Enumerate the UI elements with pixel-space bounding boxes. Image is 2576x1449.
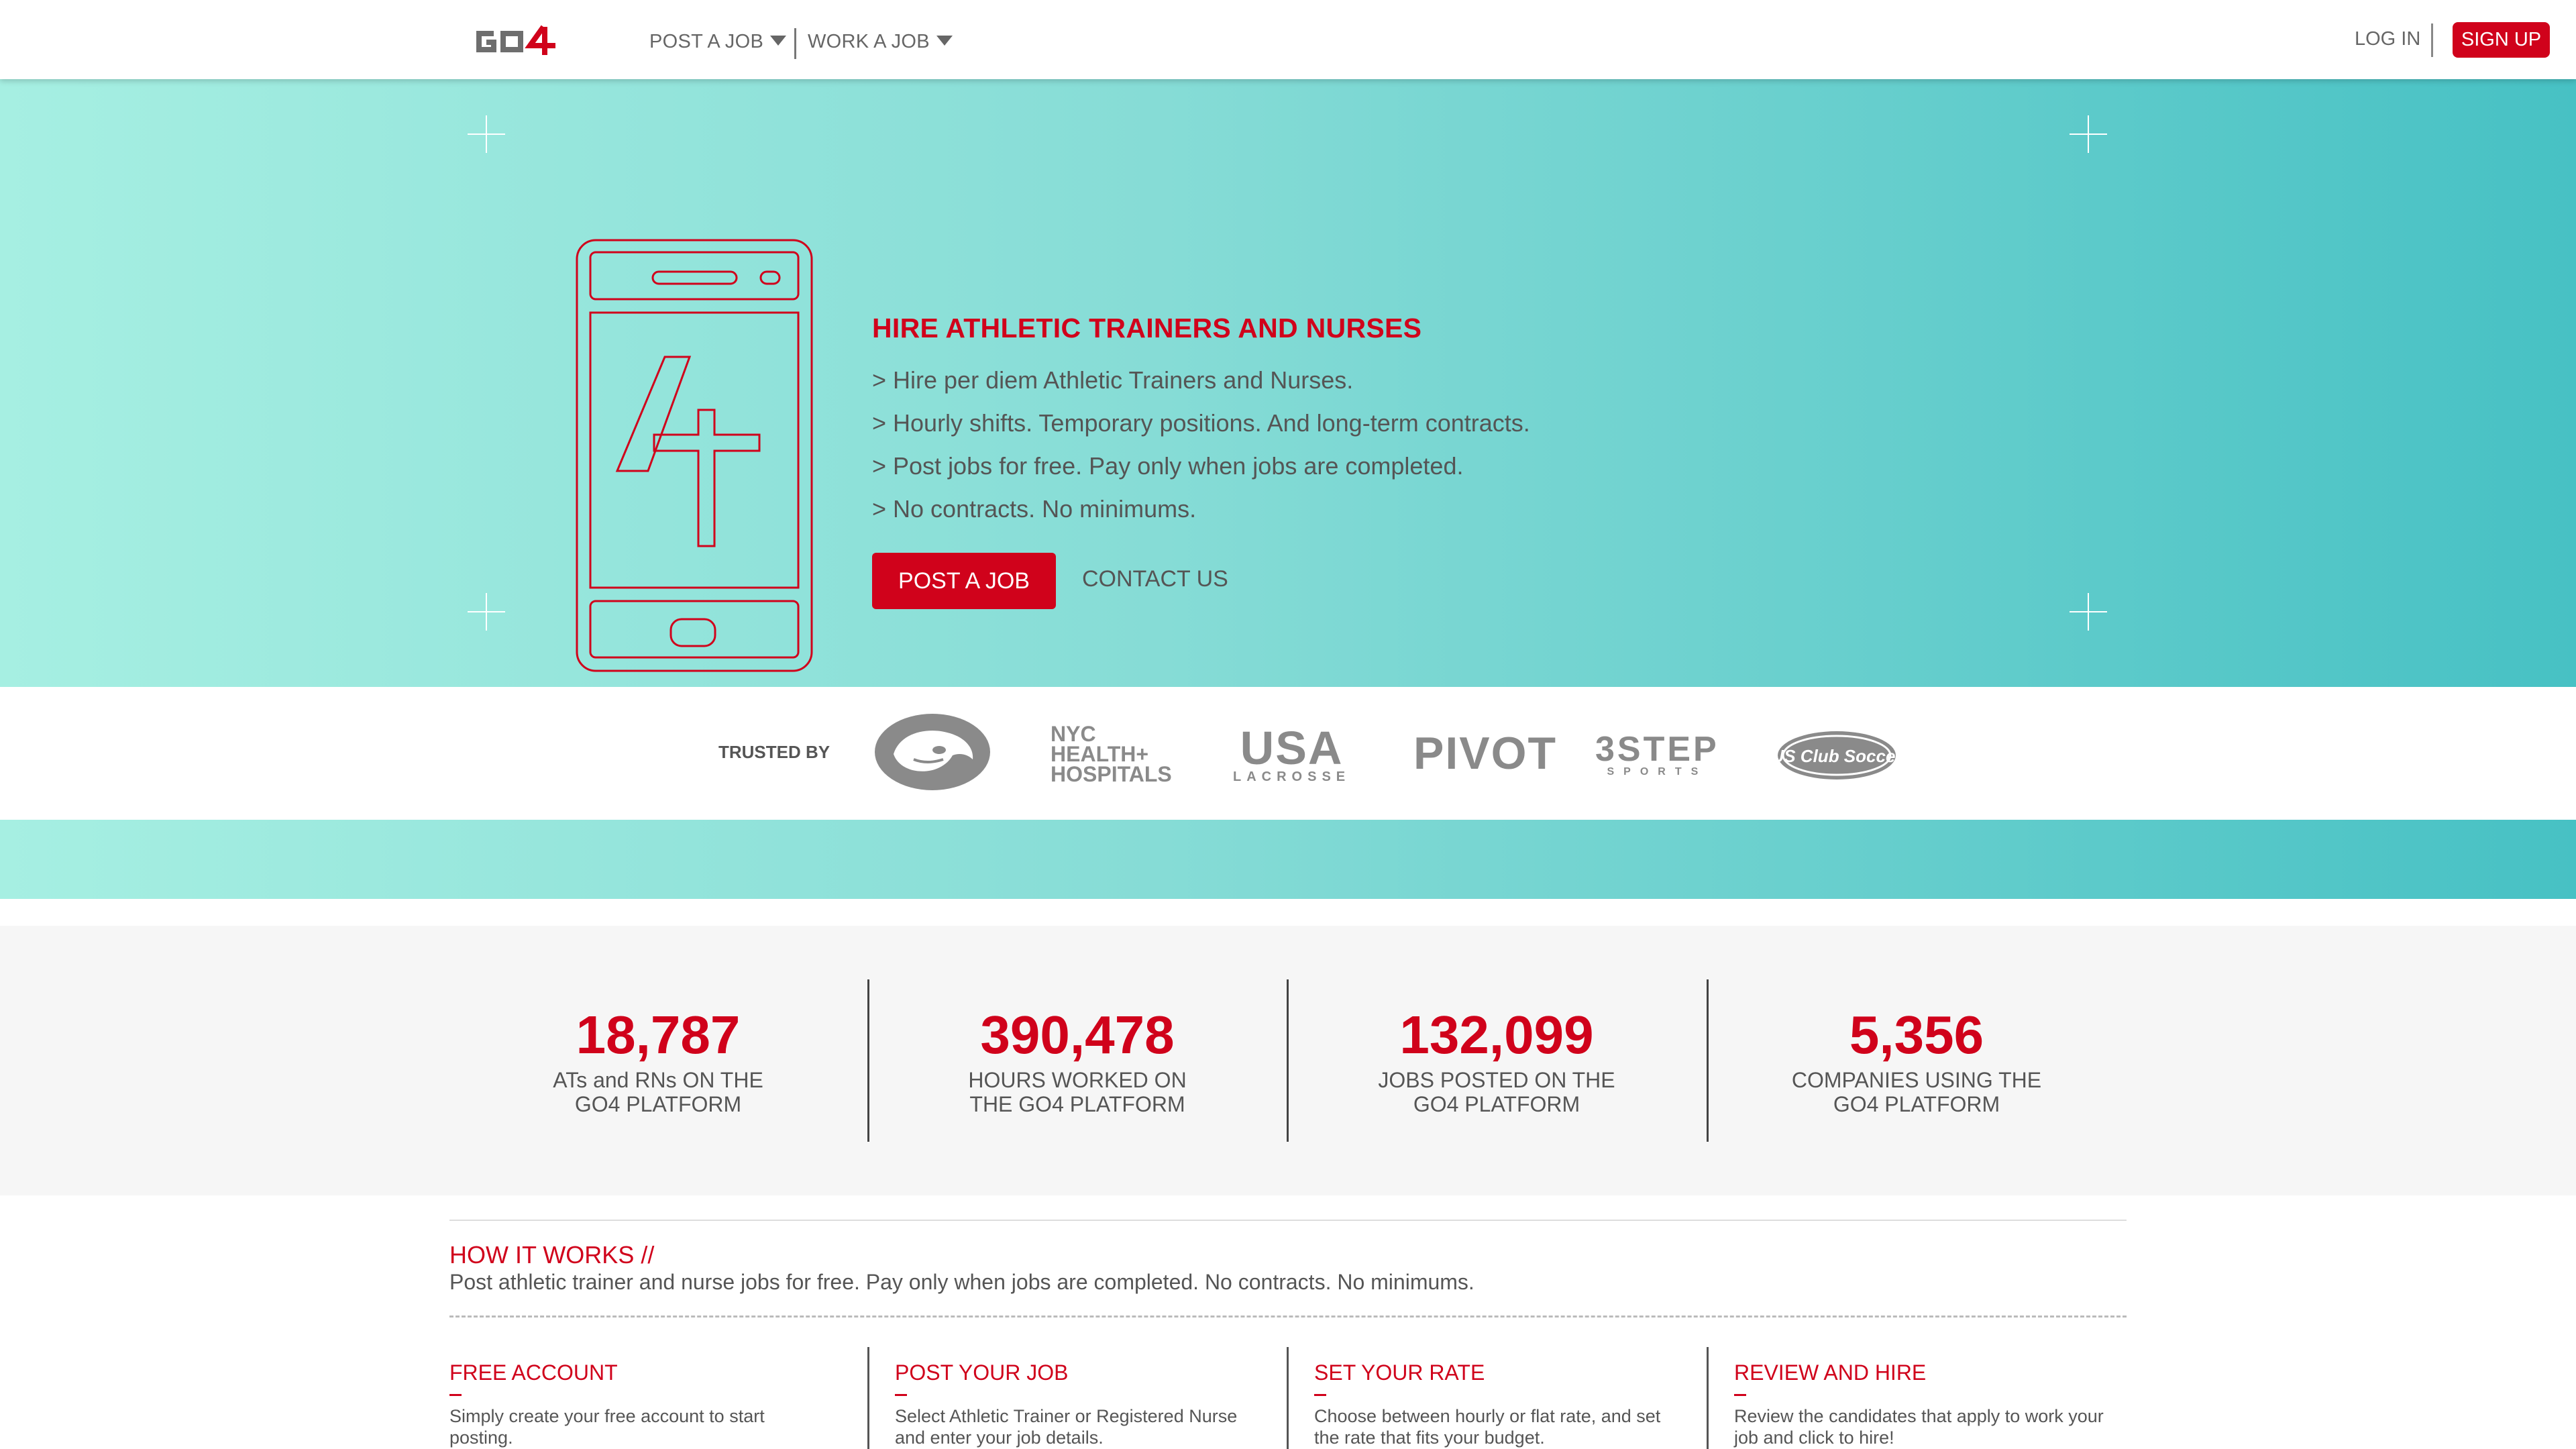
step-underline: [1734, 1394, 1746, 1396]
plus-decoration-icon: [468, 593, 505, 631]
nav-work-a-job-label: WORK A JOB: [808, 31, 930, 52]
step-underline: [449, 1394, 462, 1396]
step-post-your-job: POST YOUR JOB Select Athletic Trainer or…: [895, 1360, 1271, 1448]
step-underline: [895, 1394, 907, 1396]
hero-title: HIRE ATHLETIC TRAINERS AND NURSES: [872, 313, 1422, 343]
stat-block: 5,356 COMPANIES USING THE GO4 PLATFORM: [1756, 1005, 2078, 1116]
usa-lacrosse-logo-small: LACROSSE: [1233, 769, 1351, 784]
trusted-by-label: TRUSTED BY: [718, 742, 830, 762]
step-title: SET YOUR RATE: [1314, 1360, 1485, 1385]
stat-divider: [867, 979, 869, 1142]
stat-label: ATs and RNs ON THE GO4 PLATFORM: [553, 1068, 763, 1116]
contact-us-link[interactable]: CONTACT US: [1082, 566, 1228, 592]
hero-bullet: > Post jobs for free. Pay only when jobs…: [872, 452, 1464, 480]
signup-button[interactable]: SIGN UP: [2453, 22, 2550, 58]
caret-down-icon: [936, 36, 953, 46]
trusted-by-section: TRUSTED BY NYC HEALTH+ HOSPITALS USA LAC…: [0, 687, 2576, 820]
caret-down-icon: [770, 36, 787, 46]
stats-section: 18,787 ATs and RNs ON THE GO4 PLATFORM 3…: [0, 926, 2576, 1195]
hero-bullet: > Hire per diem Athletic Trainers and Nu…: [872, 366, 1354, 394]
hero-section: HIRE ATHLETIC TRAINERS AND NURSES > Hire…: [0, 79, 2576, 687]
stat-block: 18,787 ATs and RNs ON THE GO4 PLATFORM: [497, 1005, 819, 1116]
hero-bullet: > Hourly shifts. Temporary positions. An…: [872, 409, 1530, 437]
stat-label: JOBS POSTED ON THE GO4 PLATFORM: [1378, 1068, 1615, 1116]
step-title: FREE ACCOUNT: [449, 1360, 618, 1385]
3step-logo-big: 3STEP: [1595, 730, 1719, 769]
plus-decoration-icon: [2070, 115, 2107, 153]
stat-divider: [1287, 979, 1289, 1142]
step-title: REVIEW AND HIRE: [1734, 1360, 1927, 1385]
hero-post-job-button[interactable]: POST A JOB: [872, 553, 1056, 609]
stat-value: 18,787: [576, 1005, 741, 1065]
header-divider: [2431, 23, 2433, 57]
go4-logo[interactable]: [474, 24, 557, 56]
nyc-logo-line: HOSPITALS: [1051, 762, 1172, 786]
stat-block: 390,478 HOURS WORKED ON THE GO4 PLATFORM: [916, 1005, 1238, 1116]
step-text: Review the candidates that apply to work…: [1734, 1406, 2104, 1448]
step-text: Choose between hourly or flat rate, and …: [1314, 1406, 1661, 1448]
nyc-logo-line: NYC: [1051, 722, 1096, 746]
stat-value: 5,356: [1849, 1005, 1984, 1065]
how-it-works-title: HOW IT WORKS //: [449, 1241, 655, 1269]
phone-go4-illustration-icon: [576, 239, 813, 672]
usa-lacrosse-logo-big: USA: [1240, 722, 1344, 774]
step-review-and-hire: REVIEW AND HIRE Review the candidates th…: [1734, 1360, 2110, 1448]
step-divider: [1707, 1347, 1709, 1449]
stat-value: 390,478: [980, 1005, 1175, 1065]
plus-decoration-icon: [2070, 593, 2107, 631]
hero-bullet: > No contracts. No minimums.: [872, 495, 1197, 523]
stat-label: COMPANIES USING THE GO4 PLATFORM: [1791, 1068, 2042, 1116]
stat-value: 132,099: [1399, 1005, 1594, 1065]
stat-block: 132,099 JOBS POSTED ON THE GO4 PLATFORM: [1336, 1005, 1658, 1116]
section-divider: [449, 1220, 2127, 1221]
nyc-logo-line: HEALTH+: [1051, 742, 1149, 766]
penn-state-lion-logo: [875, 714, 990, 790]
how-it-works-subtitle: Post athletic trainer and nurse jobs for…: [449, 1270, 1474, 1294]
nav-work-a-job[interactable]: WORK A JOB: [808, 31, 953, 53]
step-divider: [867, 1347, 869, 1449]
step-text: Simply create your free account to start…: [449, 1406, 765, 1448]
step-title: POST YOUR JOB: [895, 1360, 1069, 1385]
us-club-soccer-logo: US Club Soccer: [1776, 731, 1897, 780]
nav-post-a-job[interactable]: POST A JOB: [649, 31, 787, 53]
step-set-your-rate: SET YOUR RATE Choose between hourly or f…: [1314, 1360, 1690, 1448]
step-divider: [1287, 1347, 1289, 1449]
dashed-divider: [449, 1316, 2127, 1318]
plus-decoration-icon: [468, 115, 505, 153]
stat-divider: [1707, 979, 1709, 1142]
usa-lacrosse-logo: USA LACROSSE: [1233, 722, 1351, 784]
3step-sports-logo: 3STEP SPORTS: [1595, 730, 1719, 778]
nav-post-a-job-label: POST A JOB: [649, 31, 764, 52]
pivot-logo: PIVOT: [1413, 728, 1558, 779]
stat-label: HOURS WORKED ON THE GO4 PLATFORM: [968, 1068, 1187, 1116]
step-underline: [1314, 1394, 1326, 1396]
nyc-health-hospitals-logo: NYC HEALTH+ HOSPITALS: [1051, 722, 1172, 786]
step-text: Select Athletic Trainer or Registered Nu…: [895, 1406, 1238, 1448]
3step-logo-small: SPORTS: [1607, 766, 1708, 777]
svg-text:US Club Soccer: US Club Soccer: [1776, 746, 1897, 766]
nav-divider: [794, 28, 796, 59]
login-link[interactable]: LOG IN: [2355, 28, 2420, 50]
step-free-account: FREE ACCOUNT Simply create your free acc…: [449, 1360, 825, 1448]
top-navbar: POST A JOB WORK A JOB LOG IN SIGN UP: [0, 0, 2576, 79]
teal-band: [0, 820, 2576, 899]
